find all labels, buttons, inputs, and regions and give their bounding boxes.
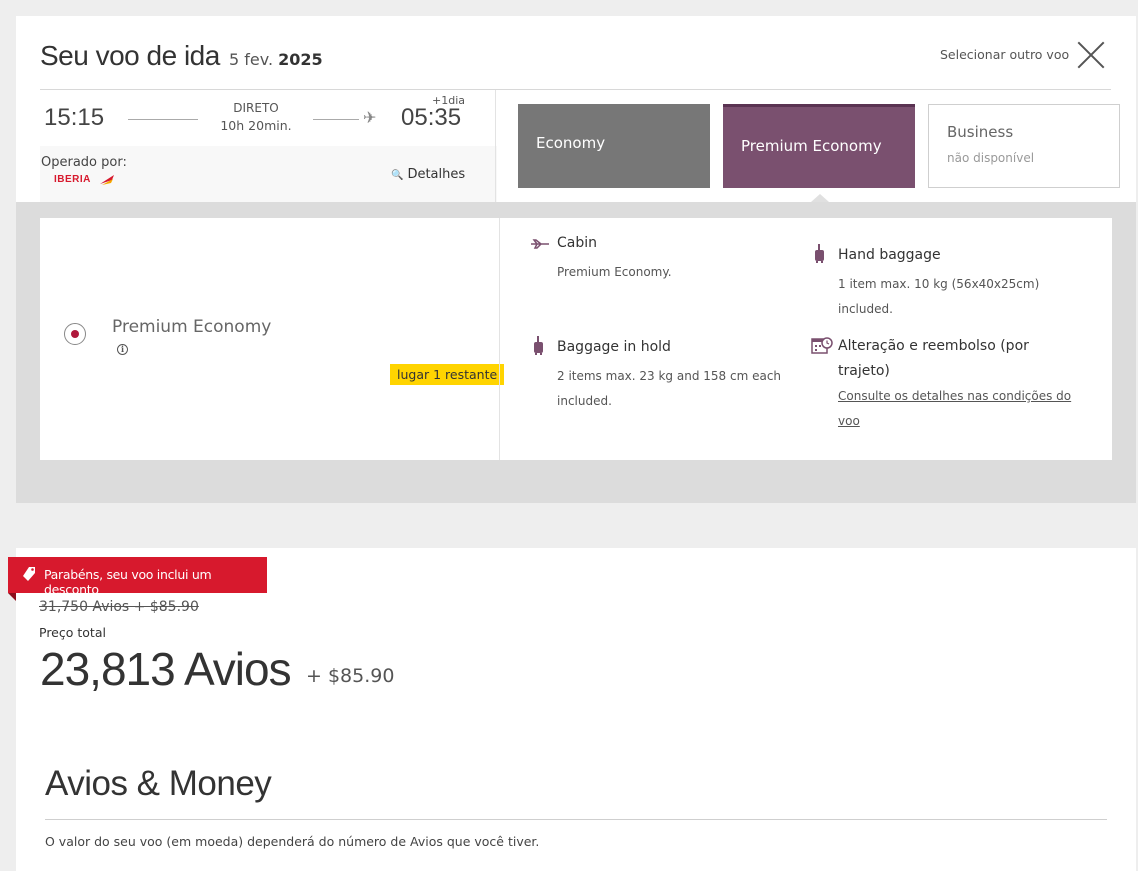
- stops-label: DIRETO: [233, 101, 279, 115]
- feature-hold-baggage-desc: 2 items max. 23 kg and 158 cm each inclu…: [557, 364, 781, 414]
- tab-business: Business não disponível: [928, 104, 1120, 188]
- seats-left-badge: lugar 1 restante: [390, 364, 505, 385]
- selected-tab-pointer: [811, 194, 829, 202]
- suitcase-icon: [815, 244, 824, 263]
- select-other-flight-link[interactable]: Selecionar outro voo: [940, 47, 1069, 62]
- tab-economy-label: Economy: [536, 134, 606, 152]
- flight-duration: 10h 20min.: [220, 118, 292, 133]
- arrival-time: 05:35: [401, 104, 462, 131]
- feature-hand-baggage-desc-line2: included.: [838, 302, 893, 316]
- avios-money-description: O valor do seu voo (em moeda) dependerá …: [45, 834, 540, 849]
- flight-summary-divider: [495, 90, 496, 202]
- feature-hand-baggage-title: Hand baggage: [838, 247, 941, 263]
- fare-detail-panel: Premium Economy i lugar 1 restante Cabin…: [40, 218, 1112, 460]
- operated-by-label: Operado por:: [41, 155, 127, 170]
- calendar-clock-icon: [811, 337, 833, 354]
- airline-logo: IBERIA: [54, 174, 91, 185]
- feature-hold-baggage-title: Baggage in hold: [557, 339, 671, 355]
- page-title: Seu voo de ida: [40, 40, 220, 71]
- discount-banner-text: Parabéns, seu voo inclui um desconto: [44, 567, 212, 597]
- outbound-flight-card: Seu voo de ida 5 fev. 2025 Selecionar ou…: [16, 16, 1136, 503]
- conditions-link-line1[interactable]: Consulte os detalhes nas condições do: [838, 384, 1071, 409]
- feature-change-refund-title-line2: trajeto): [838, 363, 890, 379]
- feature-hand-baggage-desc-line1: 1 item max. 10 kg (56x40x25cm): [838, 277, 1040, 291]
- info-icon[interactable]: i: [117, 344, 128, 355]
- discount-banner: Parabéns, seu voo inclui um desconto: [8, 557, 267, 601]
- fare-detail-divider: [499, 218, 500, 460]
- departure-time: 15:15: [44, 104, 105, 131]
- feature-hold-baggage-desc-line1: 2 items max. 23 kg and 158 cm each: [557, 369, 782, 383]
- tab-economy[interactable]: Economy: [518, 104, 710, 188]
- feature-hold-baggage-desc-line2: included.: [557, 394, 612, 408]
- plane-icon: ✈: [363, 108, 377, 127]
- price-card: Parabéns, seu voo inclui um desconto 31,…: [8, 548, 1136, 871]
- total-price-money: + $85.90: [306, 665, 395, 687]
- tab-business-label: Business: [947, 123, 1014, 141]
- flight-date-year: 2025: [278, 50, 323, 69]
- feature-change-refund-title-line1: Alteração e reembolso (por: [838, 338, 1029, 354]
- close-icon[interactable]: [1076, 40, 1106, 70]
- conditions-link-line2[interactable]: voo: [838, 409, 1071, 434]
- tab-premium-economy[interactable]: Premium Economy: [723, 104, 915, 188]
- original-price: 31,750 Avios + $85.90: [39, 599, 199, 615]
- feature-hand-baggage-desc: 1 item max. 10 kg (56x40x25cm) included.: [838, 272, 1039, 322]
- feature-change-refund-title: Alteração e reembolso (por trajeto): [838, 334, 1029, 384]
- price-tag-icon: [23, 567, 35, 581]
- flight-date-day: 5 fev.: [229, 50, 274, 69]
- tab-business-unavailable: não disponível: [947, 151, 1035, 165]
- avios-money-divider: [45, 819, 1107, 820]
- feature-cabin-desc: Premium Economy.: [557, 265, 672, 279]
- airline-logo-mark-icon: [100, 175, 114, 185]
- suitcase-icon: [534, 336, 543, 355]
- fare-cabin-name: Premium Economy: [112, 317, 272, 337]
- fare-radio-selected[interactable]: [64, 323, 86, 345]
- flight-date: 5 fev. 2025: [229, 50, 323, 69]
- tab-premium-economy-label: Premium Economy: [741, 137, 882, 155]
- total-price-label: Preço total: [39, 625, 106, 640]
- details-label: Detalhes: [407, 167, 466, 182]
- total-price-avios: 23,813 Avios: [40, 643, 292, 695]
- feature-cabin-title: Cabin: [557, 235, 598, 251]
- avios-money-title: Avios & Money: [45, 764, 272, 803]
- route-line: [128, 119, 198, 120]
- search-icon: 🔍: [391, 170, 404, 181]
- details-link[interactable]: 🔍 Detalhes: [391, 167, 465, 182]
- cabin-seat-icon: [531, 239, 549, 249]
- route-line: [313, 119, 359, 120]
- conditions-link[interactable]: Consulte os detalhes nas condições do vo…: [838, 384, 1071, 434]
